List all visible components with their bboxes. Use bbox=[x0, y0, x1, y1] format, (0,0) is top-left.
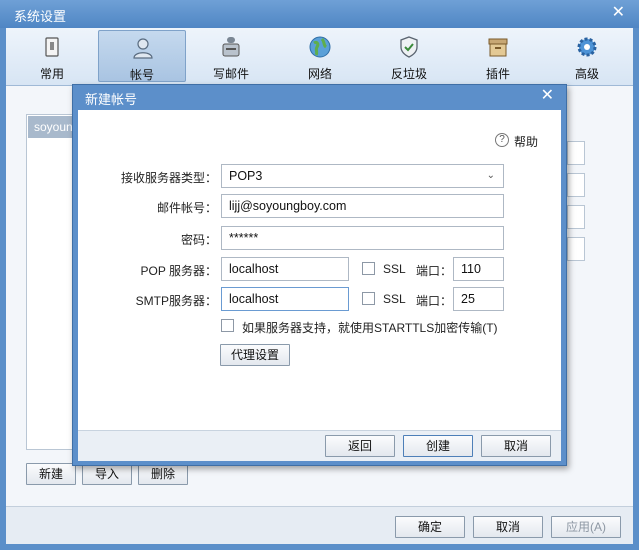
tab-advanced[interactable]: 高级 bbox=[543, 30, 631, 82]
starttls-checkbox[interactable] bbox=[221, 319, 234, 332]
pop-port-label: 端口： bbox=[416, 264, 453, 278]
pop-ssl-checkbox[interactable] bbox=[362, 262, 375, 275]
help-link[interactable]: 帮助 bbox=[514, 133, 538, 150]
import-account-button[interactable]: 导入 bbox=[82, 463, 132, 485]
pop-server-field[interactable]: localhost bbox=[221, 257, 349, 281]
tab-account[interactable]: 帐号 bbox=[98, 30, 186, 82]
smtp-ssl-checkbox[interactable] bbox=[362, 292, 375, 305]
dialog-title: 新建帐号 bbox=[85, 92, 138, 107]
plugin-icon bbox=[488, 38, 508, 57]
back-button[interactable]: 返回 bbox=[325, 435, 395, 457]
pop-server-label: POP 服务器： bbox=[140, 264, 217, 278]
smtp-ssl-label: SSL bbox=[383, 292, 406, 306]
smtp-port-field[interactable]: 25 bbox=[453, 287, 504, 311]
smtp-port-label: 端口： bbox=[416, 294, 453, 308]
create-button[interactable]: 创建 bbox=[403, 435, 473, 457]
tab-general[interactable]: 常用 bbox=[8, 30, 96, 82]
background-field bbox=[567, 205, 585, 229]
password-field[interactable]: ****** bbox=[221, 226, 504, 250]
tab-plugin[interactable]: 插件 bbox=[454, 30, 542, 82]
dialog-close-icon[interactable]: ✕ bbox=[541, 87, 554, 105]
background-field bbox=[567, 141, 585, 165]
email-label: 邮件帐号： bbox=[156, 201, 217, 215]
background-field bbox=[567, 237, 585, 261]
network-icon bbox=[309, 36, 331, 58]
account-icon bbox=[133, 38, 153, 59]
tab-compose[interactable]: 写邮件 bbox=[187, 30, 275, 82]
delete-account-button[interactable]: 删除 bbox=[138, 463, 188, 485]
pop-ssl-label: SSL bbox=[383, 262, 406, 276]
chevron-down-icon: ⌄ bbox=[486, 170, 495, 181]
window-close-icon[interactable]: ✕ bbox=[612, 4, 625, 22]
cancel-button[interactable]: 取消 bbox=[473, 516, 543, 538]
tab-antispam-label: 反垃圾 bbox=[390, 67, 427, 81]
server-type-value: POP3 bbox=[229, 169, 263, 183]
tab-plugin-label: 插件 bbox=[485, 67, 510, 81]
antispam-icon bbox=[400, 36, 418, 58]
tab-compose-label: 写邮件 bbox=[212, 67, 249, 81]
tab-account-label: 帐号 bbox=[129, 68, 154, 82]
general-icon bbox=[45, 37, 59, 57]
smtp-server-field[interactable]: localhost bbox=[221, 287, 349, 311]
pop-port-field[interactable]: 110 bbox=[453, 257, 504, 281]
tab-antispam[interactable]: 反垃圾 bbox=[365, 30, 453, 82]
advanced-icon bbox=[577, 37, 597, 57]
settings-toolbar: 常用 帐号 写邮件 网络 反垃圾 插件 高级 bbox=[6, 28, 633, 86]
server-type-label: 接收服务器类型： bbox=[120, 171, 217, 185]
tab-general-label: 常用 bbox=[39, 67, 64, 81]
window-title: 系统设置 bbox=[14, 9, 67, 24]
starttls-label[interactable]: 如果服务器支持，就使用STARTTLS加密传输(T) bbox=[242, 319, 498, 336]
proxy-settings-button[interactable]: 代理设置 bbox=[220, 344, 290, 366]
email-field[interactable]: lijj@soyoungboy.com bbox=[221, 194, 504, 218]
background-field bbox=[567, 173, 585, 197]
apply-button[interactable]: 应用(A) bbox=[551, 516, 621, 538]
compose-icon bbox=[222, 37, 240, 57]
smtp-server-label: SMTP服务器： bbox=[135, 294, 217, 308]
dialog-title-bar: 新建帐号 ✕ bbox=[73, 85, 566, 110]
dialog-cancel-button[interactable]: 取消 bbox=[481, 435, 551, 457]
new-account-dialog: 新建帐号 ✕ ? 帮助 接收服务器类型： POP3 ⌄ 邮件帐号： lijj@s… bbox=[72, 84, 567, 466]
window-title-bar: 系统设置 ✕ bbox=[0, 0, 639, 28]
server-type-select[interactable]: POP3 ⌄ bbox=[221, 164, 504, 188]
help-icon[interactable]: ? bbox=[495, 133, 509, 147]
tab-advanced-label: 高级 bbox=[574, 67, 599, 81]
dialog-footer: 返回 创建 取消 bbox=[78, 430, 561, 461]
tab-network[interactable]: 网络 bbox=[276, 30, 364, 82]
settings-footer: 确定 取消 应用(A) bbox=[6, 506, 633, 544]
new-account-button[interactable]: 新建 bbox=[26, 463, 76, 485]
password-label: 密码： bbox=[180, 233, 217, 247]
ok-button[interactable]: 确定 bbox=[395, 516, 465, 538]
tab-network-label: 网络 bbox=[307, 67, 332, 81]
dialog-body: ? 帮助 接收服务器类型： POP3 ⌄ 邮件帐号： lijj@soyoungb… bbox=[78, 110, 561, 430]
